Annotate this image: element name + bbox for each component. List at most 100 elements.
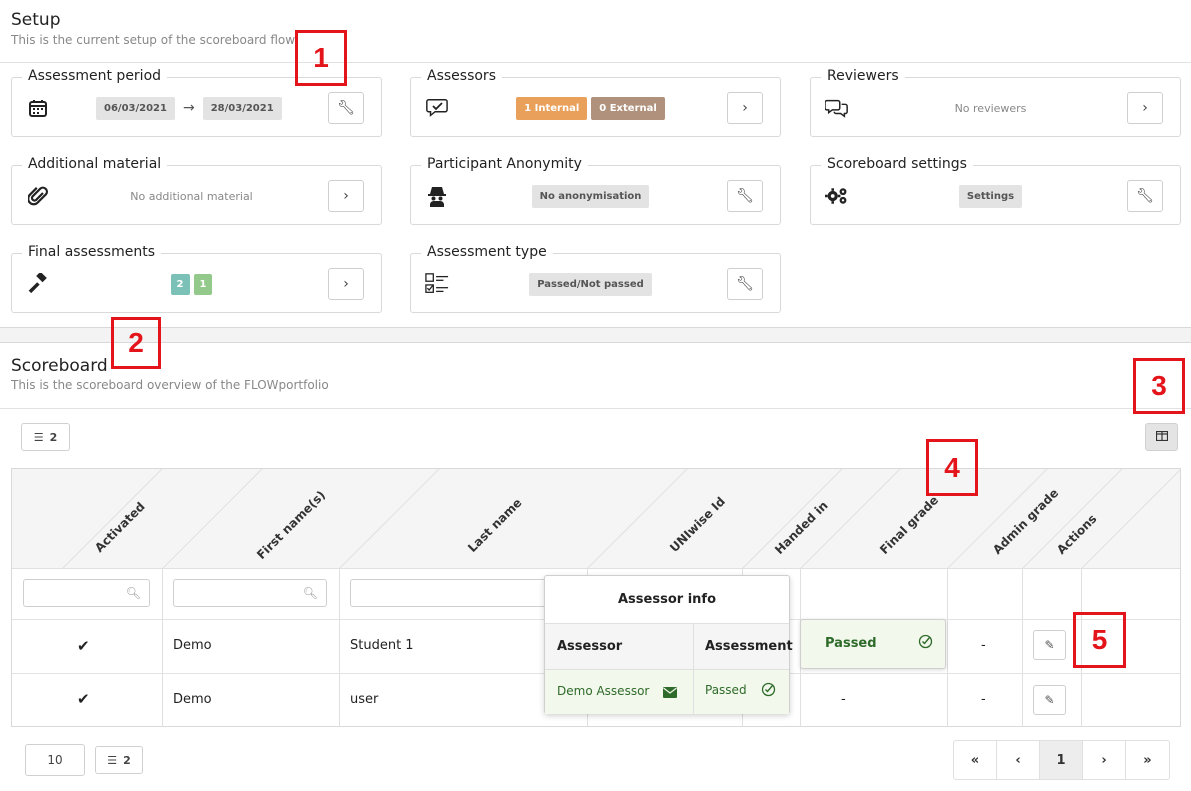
open-additional-material-button[interactable]: › bbox=[328, 180, 364, 212]
card-title: Assessors bbox=[421, 68, 502, 84]
checklist-icon bbox=[425, 272, 449, 296]
assessment-value: Passed bbox=[705, 683, 747, 697]
popover-col-assessment: Assessment bbox=[705, 639, 793, 654]
card-title: Assessment type bbox=[421, 244, 553, 260]
paperclip-icon bbox=[26, 184, 50, 208]
search-icon: 🔍︎ bbox=[302, 586, 318, 600]
annotation-3: 3 bbox=[1133, 358, 1185, 414]
gavel-icon bbox=[26, 272, 50, 296]
assessment-type-card: Assessment type Passed/Not passed 🔧︎ bbox=[410, 244, 781, 313]
page-size-select[interactable]: 10 bbox=[25, 744, 85, 776]
card-title: Scoreboard settings bbox=[821, 156, 973, 172]
reviewers-value: No reviewers bbox=[954, 101, 1027, 115]
filter-last-name-input[interactable] bbox=[350, 579, 550, 607]
final-count-a: 2 bbox=[170, 273, 190, 295]
first-name-cell: Demo bbox=[173, 638, 212, 653]
last-name-cell: user bbox=[350, 692, 379, 707]
edit-row-button[interactable]: ✎ bbox=[1033, 630, 1066, 660]
envelope-icon[interactable] bbox=[663, 683, 677, 702]
external-badge: 0 External bbox=[591, 96, 665, 120]
assessor-info-popover: Assessor info Assessor Assessment Demo A… bbox=[544, 575, 793, 714]
scoreboard-title: Scoreboard bbox=[11, 356, 108, 376]
final-grade-value: Passed bbox=[825, 636, 877, 651]
table-header: Activated First name(s) Last name UNIwis… bbox=[12, 469, 1182, 569]
popover-col-assessor: Assessor bbox=[557, 639, 623, 654]
incognito-icon bbox=[425, 184, 449, 208]
card-title: Assessment period bbox=[22, 68, 168, 84]
edit-period-button[interactable]: 🔧︎ bbox=[328, 92, 364, 124]
column-toggle-button[interactable] bbox=[1145, 423, 1178, 451]
list-view-button[interactable]: ☰ 2 bbox=[21, 423, 70, 451]
pagination: « ‹ 1 › » bbox=[953, 740, 1170, 780]
period-start: 06/03/2021 bbox=[96, 96, 175, 120]
col-sep bbox=[339, 569, 340, 727]
last-page-button[interactable]: » bbox=[1126, 741, 1169, 779]
footer-list-button[interactable]: ☰ 2 bbox=[95, 746, 143, 774]
open-reviewers-button[interactable]: › bbox=[1127, 92, 1163, 124]
first-page-button[interactable]: « bbox=[954, 741, 997, 779]
arrow-right-icon: → bbox=[182, 100, 195, 116]
card-title: Reviewers bbox=[821, 68, 905, 84]
activated-check-icon: ✔ bbox=[77, 690, 90, 708]
internal-badge: 1 Internal bbox=[516, 96, 588, 120]
edit-assessment-type-button[interactable]: 🔧︎ bbox=[727, 268, 763, 300]
final-assessments-card: Final assessments 2 1 › bbox=[11, 244, 382, 313]
card-title: Additional material bbox=[22, 156, 168, 172]
pencil-icon: ✎ bbox=[1044, 693, 1055, 707]
check-circle-icon bbox=[918, 634, 933, 653]
assessor-name: Demo Assessor bbox=[557, 684, 650, 698]
period-end: 28/03/2021 bbox=[202, 96, 282, 120]
annotation-5: 5 bbox=[1073, 612, 1126, 668]
popover-data-row: Demo Assessor Passed bbox=[545, 670, 789, 714]
additional-material-card: Additional material No additional materi… bbox=[11, 156, 382, 225]
next-page-button[interactable]: › bbox=[1083, 741, 1126, 779]
first-name-cell: Demo bbox=[173, 692, 212, 707]
edit-anonymity-button[interactable]: 🔧︎ bbox=[727, 180, 763, 212]
chevron-right-icon: › bbox=[1142, 100, 1148, 116]
assessors-card: Assessors 1 Internal 0 External › bbox=[410, 68, 781, 137]
pencil-icon: ✎ bbox=[1044, 638, 1055, 652]
wrench-icon: 🔧︎ bbox=[1136, 188, 1154, 204]
anonymity-value: No anonymisation bbox=[531, 184, 650, 208]
edit-scoreboard-settings-button[interactable]: 🔧︎ bbox=[1127, 180, 1163, 212]
list-icon: ☰ bbox=[107, 753, 118, 767]
chat-bubbles-icon bbox=[825, 96, 849, 120]
header-diagonals bbox=[61, 469, 1182, 569]
check-circle-icon bbox=[761, 682, 776, 701]
search-icon: 🔍︎ bbox=[125, 586, 141, 600]
wrench-icon: 🔧︎ bbox=[736, 188, 754, 204]
settings-value: Settings bbox=[958, 184, 1023, 208]
scoreboard-settings-card: Scoreboard settings Settings 🔧︎ bbox=[810, 156, 1181, 225]
filter-activated-input[interactable]: 🔍︎ bbox=[23, 579, 150, 607]
final-count-b: 1 bbox=[193, 273, 213, 295]
annotation-2: 2 bbox=[111, 317, 161, 369]
gears-icon bbox=[825, 184, 849, 208]
assessment-period-card: Assessment period 06/03/2021 → 28/03/202… bbox=[11, 68, 382, 137]
card-title: Final assessments bbox=[22, 244, 161, 260]
assessment-type-value: Passed/Not passed bbox=[529, 272, 652, 296]
scoreboard-divider bbox=[0, 408, 1191, 409]
prev-page-button[interactable]: ‹ bbox=[997, 741, 1040, 779]
columns-icon bbox=[1155, 430, 1168, 444]
col-sep bbox=[162, 569, 163, 727]
page-1-button[interactable]: 1 bbox=[1040, 741, 1083, 779]
admin-grade-cell: - bbox=[981, 692, 986, 707]
filter-first-name-input[interactable]: 🔍︎ bbox=[173, 579, 327, 607]
open-final-assessments-button[interactable]: › bbox=[328, 268, 364, 300]
reviewers-card: Reviewers No reviewers › bbox=[810, 68, 1181, 137]
card-title: Participant Anonymity bbox=[421, 156, 588, 172]
open-assessors-button[interactable]: › bbox=[727, 92, 763, 124]
list-icon: ☰ bbox=[33, 430, 44, 444]
section-divider bbox=[0, 327, 1191, 343]
final-grade-passed-cell[interactable]: Passed bbox=[800, 619, 946, 669]
page-size-value: 10 bbox=[47, 753, 63, 767]
chevron-right-icon: › bbox=[742, 100, 748, 116]
last-name-cell: Student 1 bbox=[350, 638, 414, 653]
edit-row-button[interactable]: ✎ bbox=[1033, 685, 1066, 715]
chat-check-icon bbox=[425, 96, 449, 120]
final-grade-cell: - bbox=[841, 692, 846, 707]
col-sep bbox=[1022, 569, 1023, 727]
activated-check-icon: ✔ bbox=[77, 637, 90, 655]
setup-divider bbox=[0, 62, 1191, 63]
calendar-icon bbox=[26, 96, 50, 120]
